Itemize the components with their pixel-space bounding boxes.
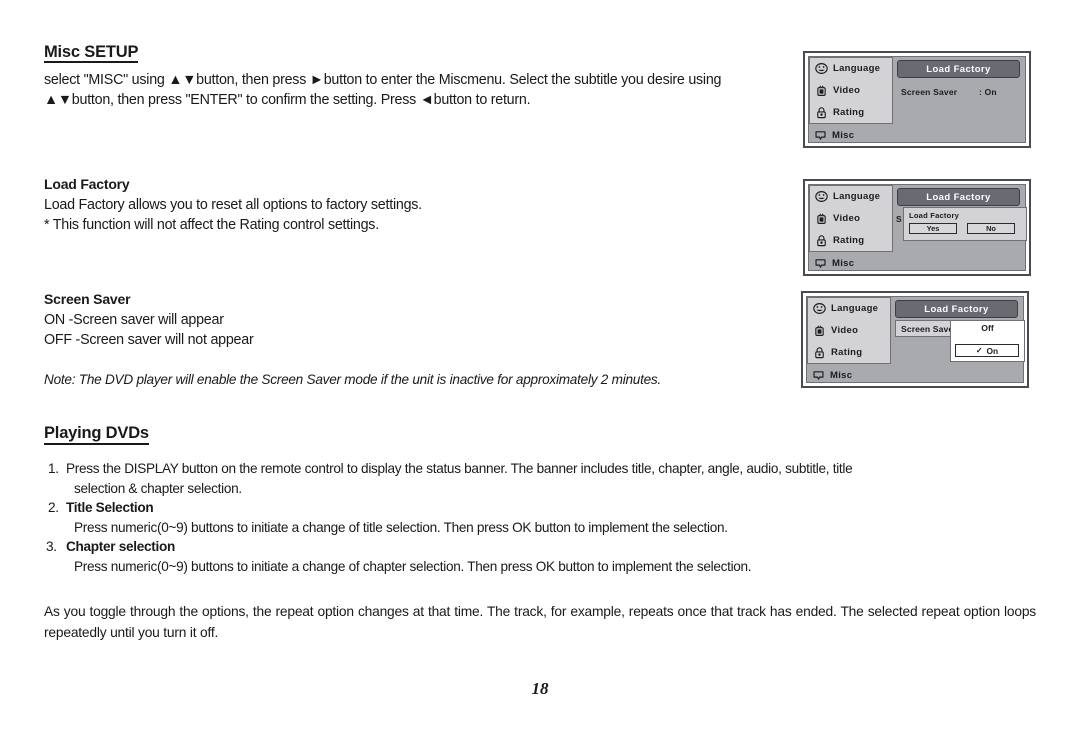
sidebar-item-label: Misc [830, 370, 853, 381]
list-item: 2. Title Selection [44, 498, 1036, 518]
list-item-continuation: selection & chapter selection. [74, 480, 242, 496]
dialog-title: Load Factory [909, 211, 960, 220]
note-text: Note: The DVD player will enable the Scr… [44, 372, 661, 387]
dialog-button-row: Yes No [909, 223, 1022, 234]
list-item-continuation: Press numeric(0~9) buttons to initiate a… [74, 558, 752, 574]
osd-sidebar: Language Video Rating Misc [809, 185, 893, 270]
osd-row-partial-label: S [896, 214, 902, 224]
closing-paragraph: As you toggle through the options, the r… [44, 604, 1036, 640]
sidebar-item-rating[interactable]: Rating [809, 229, 893, 252]
list-item-number: 1. [48, 461, 59, 476]
list-item: 3. Chapter selection [44, 537, 1036, 557]
load-factory-line-2: * This function will not affect the Rati… [44, 217, 379, 233]
osd-main-pane: Load Factory S Load Factory Yes No [893, 185, 1027, 270]
sidebar-item-language[interactable]: Language [809, 57, 893, 80]
smiley-face-icon [813, 303, 826, 314]
list-item-continuation: Press numeric(0~9) buttons to initiate a… [74, 519, 728, 535]
osd-menu-misc-overview: Language Video Rating Misc Load Factory … [803, 51, 1031, 148]
page-number: 18 [531, 679, 549, 698]
padlock-icon [815, 346, 824, 358]
list-item-body: Chapter selection [66, 539, 175, 554]
osd-sidebar: Language Video Rating Misc [809, 57, 893, 142]
misc-setup-section: Misc SETUP select "MISC" using ▲▼button,… [44, 43, 789, 110]
sidebar-item-label: Rating [831, 346, 863, 358]
television-icon [815, 324, 824, 336]
page-title: Misc SETUP [44, 43, 138, 64]
sidebar-item-label: Video [831, 324, 859, 336]
osd-row-label: Screen Saver [901, 87, 958, 97]
osd-inner: Language Video Rating Misc Load Factory … [806, 296, 1025, 383]
sidebar-item-rating[interactable]: Rating [809, 101, 893, 124]
dropdown-option-on[interactable]: ✓ On [955, 344, 1019, 357]
sidebar-item-label: Rating [833, 234, 865, 246]
sidebar-item-rating[interactable]: Rating [807, 341, 891, 364]
misc-setup-paragraph: select "MISC" using ▲▼button, then press… [44, 72, 722, 109]
no-button[interactable]: No [967, 223, 1015, 234]
osd-header-load-factory: Load Factory [897, 188, 1020, 206]
list-item: 1. Press the DISPLAY button on the remot… [44, 459, 1036, 479]
yes-button[interactable]: Yes [909, 223, 957, 234]
screen-saver-line-2: OFF -Screen saver will not appear [44, 332, 254, 348]
padlock-icon [817, 234, 826, 246]
osd-inner: Language Video Rating Misc Load Factory … [808, 56, 1026, 143]
osd-header-load-factory: Load Factory [897, 60, 1020, 78]
sidebar-item-video[interactable]: Video [807, 319, 891, 342]
misc-setup-title-wrap: Misc SETUP [44, 43, 789, 70]
sidebar-item-label: Video [833, 84, 861, 96]
osd-inner: Language Video Rating Misc Load Factory … [808, 184, 1027, 271]
sidebar-item-label: Video [833, 212, 861, 224]
screen-saver-dropdown-panel: Off ✓ On [950, 320, 1025, 362]
sidebar-item-label: Language [833, 191, 881, 202]
sidebar-item-misc[interactable]: Misc [809, 252, 893, 275]
list-item-number: 2. [48, 500, 59, 515]
check-icon: ✓ [975, 346, 983, 355]
speech-bubble-icon [813, 371, 824, 380]
sidebar-item-video[interactable]: Video [809, 79, 893, 102]
dropdown-option-off[interactable]: Off [951, 323, 1024, 333]
osd-header-load-factory: Load Factory [895, 300, 1018, 318]
speech-bubble-icon [815, 131, 826, 140]
screen-saver-note: Note: The DVD player will enable the Scr… [44, 370, 784, 389]
sidebar-item-label: Misc [832, 130, 855, 141]
list-item-body: Title Selection [66, 500, 154, 515]
list-item-body: Press the DISPLAY button on the remote c… [66, 461, 853, 476]
osd-main-pane: Load Factory Screen Saver : On [893, 57, 1025, 142]
television-icon [817, 212, 826, 224]
list-item-number: 3. [46, 539, 57, 554]
padlock-icon [817, 106, 826, 118]
osd-main-pane: Load Factory Screen Saver Off ✓ On [891, 297, 1025, 382]
load-factory-section: Load Factory Load Factory allows you to … [44, 176, 544, 235]
osd-menu-screen-saver-dropdown: Language Video Rating Misc Load Factory … [801, 291, 1029, 388]
playing-dvds-title-wrap: Playing DVDs [44, 424, 149, 445]
load-factory-confirm-dialog: Load Factory Yes No [903, 207, 1027, 241]
television-icon [817, 84, 826, 96]
sidebar-item-label: Language [831, 303, 879, 314]
osd-row-screen-saver[interactable]: Screen Saver : On [901, 85, 1019, 99]
sidebar-item-misc[interactable]: Misc [809, 124, 893, 147]
osd-row-value: : On [979, 87, 997, 97]
screen-saver-heading: Screen Saver [44, 291, 131, 307]
playing-dvds-list: 1. Press the DISPLAY button on the remot… [44, 459, 1036, 576]
osd-menu-load-factory-dialog: Language Video Rating Misc Load Factory … [803, 179, 1031, 276]
dropdown-row-label: Screen Saver [901, 323, 957, 334]
sidebar-item-language[interactable]: Language [807, 297, 891, 320]
sidebar-item-misc[interactable]: Misc [807, 364, 891, 387]
sidebar-item-video[interactable]: Video [809, 207, 893, 230]
smiley-face-icon [815, 63, 828, 74]
load-factory-heading: Load Factory [44, 176, 130, 192]
sidebar-item-label: Misc [832, 258, 855, 269]
screen-saver-line-1: ON -Screen saver will appear [44, 312, 224, 328]
speech-bubble-icon [815, 259, 826, 268]
sidebar-item-label: Language [833, 63, 881, 74]
sidebar-item-label: Rating [833, 106, 865, 118]
sidebar-item-language[interactable]: Language [809, 185, 893, 208]
osd-sidebar: Language Video Rating Misc [807, 297, 891, 382]
load-factory-line-1: Load Factory allows you to reset all opt… [44, 197, 422, 213]
playing-dvds-title: Playing DVDs [44, 424, 149, 445]
smiley-face-icon [815, 191, 828, 202]
dropdown-option-on-label: On [986, 345, 999, 356]
screen-saver-section: Screen Saver ON -Screen saver will appea… [44, 291, 544, 350]
